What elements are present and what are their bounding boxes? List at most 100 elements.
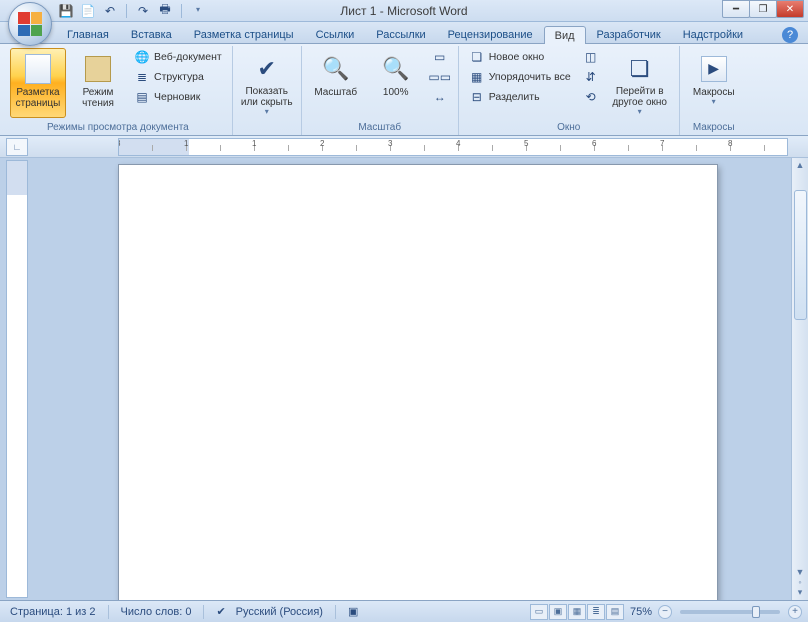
next-page-icon[interactable]: ▾ <box>798 587 803 598</box>
scroll-up-icon[interactable]: ▲ <box>796 160 805 170</box>
reading-layout-button[interactable]: Режим чтения <box>70 48 126 118</box>
macros-button[interactable]: ▶ Макросы ▾ <box>686 48 742 118</box>
arrange-all-button[interactable]: ▦ Упорядочить все <box>465 68 575 86</box>
zoom-level[interactable]: 75% <box>626 606 656 618</box>
horizontal-ruler[interactable] <box>118 138 788 156</box>
scroll-down-icon[interactable]: ▼ <box>796 567 805 577</box>
page-icon <box>25 54 51 84</box>
help-icon[interactable]: ? <box>782 27 798 43</box>
ribbon-group-zoom: 🔍 Масштаб 🔍 100% ▭ ▭▭ ↔ Масштаб <box>302 46 459 135</box>
vertical-scrollbar[interactable]: ▲ ▼ ◦ ▾ <box>791 158 808 600</box>
tab-addins[interactable]: Надстройки <box>672 25 754 43</box>
view-draft-icon[interactable]: ▤ <box>606 604 624 620</box>
reset-position-button[interactable]: ⟲ <box>579 88 603 106</box>
status-word-count[interactable]: Число слов: 0 <box>117 606 196 618</box>
reading-layout-label: Режим чтения <box>71 87 125 109</box>
group-label-macros: Макросы <box>686 121 742 135</box>
print-layout-label: Разметка страницы <box>11 87 65 109</box>
tab-page-layout[interactable]: Разметка страницы <box>183 25 305 43</box>
ruler-bar: ∟ <box>0 136 808 158</box>
one-page-button[interactable]: ▭ <box>428 48 452 66</box>
zoom-100-button[interactable]: 🔍 100% <box>368 48 424 118</box>
new-window-button[interactable]: ❏ Новое окно <box>465 48 575 66</box>
magnifier-icon: 🔍 <box>320 53 352 85</box>
magnifier-100-icon: 🔍 <box>380 53 412 85</box>
qat-customize-dropdown[interactable]: ▾ <box>190 2 206 18</box>
view-side-by-side-button[interactable]: ◫ <box>579 48 603 66</box>
new-window-label: Новое окно <box>489 51 545 63</box>
web-layout-button[interactable]: 🌐Веб-документ <box>130 48 226 66</box>
ribbon-group-show-hide: ✔︎ Показать или скрыть ▾ <box>233 46 302 135</box>
zoom-button[interactable]: 🔍 Масштаб <box>308 48 364 118</box>
arrange-all-label: Упорядочить все <box>489 71 571 83</box>
minimize-button[interactable]: ━ <box>722 0 750 18</box>
zoom-out-button[interactable]: − <box>658 605 672 619</box>
status-separator <box>335 605 336 619</box>
view-web-icon[interactable]: ▦ <box>568 604 586 620</box>
tab-insert[interactable]: Вставка <box>120 25 183 43</box>
quick-access-toolbar: 💾 📄 ↶ ↷ 🖶 ▾ <box>58 3 206 19</box>
status-bar: Страница: 1 из 2 Число слов: 0 ✔︎ Русски… <box>0 600 808 622</box>
switch-windows-button[interactable]: ❏ Перейти в другое окно ▾ <box>607 48 673 118</box>
window-controls: ━ ❐ ✕ <box>723 0 804 18</box>
tab-home[interactable]: Главная <box>56 25 120 43</box>
qat-save-icon[interactable]: 💾 <box>58 3 74 19</box>
office-logo-icon <box>18 12 42 36</box>
outline-label: Структура <box>154 71 204 83</box>
qat-separator <box>126 4 127 18</box>
zoom-slider-knob[interactable] <box>752 606 760 618</box>
view-shortcuts: ▭ ▣ ▦ ≣ ▤ <box>530 604 624 620</box>
side-by-side-icon: ◫ <box>583 49 599 65</box>
zoom-100-label: 100% <box>383 87 409 98</box>
status-page[interactable]: Страница: 1 из 2 <box>6 606 100 618</box>
view-print-layout-icon[interactable]: ▭ <box>530 604 548 620</box>
sync-scroll-button[interactable]: ⇵ <box>579 68 603 86</box>
outline-icon: ≣ <box>134 69 150 85</box>
close-button[interactable]: ✕ <box>776 0 804 18</box>
two-pages-button[interactable]: ▭▭ <box>428 68 452 86</box>
status-language[interactable]: Русский (Россия) <box>232 606 327 618</box>
qat-open-icon[interactable]: 📄 <box>80 3 96 19</box>
status-proofing-icon[interactable]: ✔︎ <box>212 605 229 618</box>
switch-window-icon: ❏ <box>624 53 656 84</box>
view-outline-icon[interactable]: ≣ <box>587 604 605 620</box>
split-label: Разделить <box>489 91 540 103</box>
tab-developer[interactable]: Разработчик <box>586 25 672 43</box>
split-button[interactable]: ⊟Разделить <box>465 88 575 106</box>
maximize-button[interactable]: ❐ <box>749 0 777 18</box>
zoom-in-button[interactable]: + <box>788 605 802 619</box>
tab-references[interactable]: Ссылки <box>305 25 366 43</box>
qat-print-icon[interactable]: 🖶 <box>157 3 173 19</box>
arrange-icon: ▦ <box>469 69 485 85</box>
document-area[interactable] <box>28 158 791 600</box>
office-button[interactable] <box>8 2 52 46</box>
status-macro-recorder-icon[interactable]: ▣ <box>344 605 362 618</box>
tab-review[interactable]: Рецензирование <box>437 25 544 43</box>
view-reading-icon[interactable]: ▣ <box>549 604 567 620</box>
draft-button[interactable]: ▤Черновик <box>130 88 226 106</box>
tab-selector[interactable]: ∟ <box>6 138 28 156</box>
new-window-icon: ❏ <box>469 49 485 65</box>
ribbon: Разметка страницы Режим чтения 🌐Веб-доку… <box>0 44 808 136</box>
ribbon-group-document-views: Разметка страницы Режим чтения 🌐Веб-доку… <box>4 46 233 135</box>
web-layout-label: Веб-документ <box>154 51 222 63</box>
show-hide-button[interactable]: ✔︎ Показать или скрыть ▾ <box>239 48 295 118</box>
vertical-ruler[interactable] <box>6 160 28 598</box>
zoom-slider[interactable] <box>680 610 780 614</box>
scroll-thumb[interactable] <box>794 190 807 320</box>
browse-object-icon[interactable]: ◦ <box>798 577 801 587</box>
document-page[interactable] <box>118 164 718 600</box>
ribbon-tabstrip: Главная Вставка Разметка страницы Ссылки… <box>0 22 808 44</box>
zoom-label: Масштаб <box>314 87 357 98</box>
group-label-views: Режимы просмотра документа <box>10 121 226 135</box>
group-label-show <box>239 132 295 135</box>
qat-separator <box>181 4 182 18</box>
tab-mailings[interactable]: Рассылки <box>365 25 436 43</box>
tab-view[interactable]: Вид <box>544 26 586 44</box>
page-width-button[interactable]: ↔ <box>428 88 452 106</box>
chevron-down-icon: ▾ <box>638 108 642 117</box>
print-layout-button[interactable]: Разметка страницы <box>10 48 66 118</box>
qat-undo-icon[interactable]: ↶ <box>102 3 118 19</box>
outline-button[interactable]: ≣ Структура <box>130 68 226 86</box>
qat-redo-icon[interactable]: ↷ <box>135 3 151 19</box>
